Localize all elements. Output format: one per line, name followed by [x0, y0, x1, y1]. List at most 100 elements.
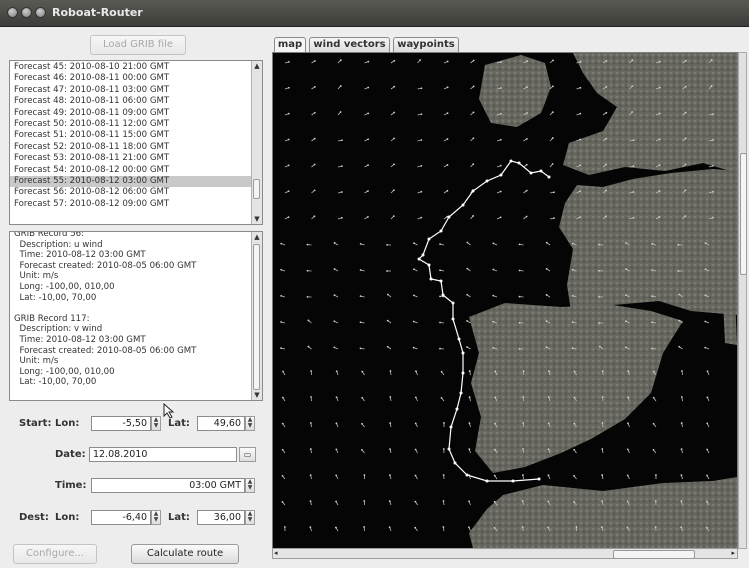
- wind-arrow-head: [601, 396, 604, 398]
- scroll-down-icon[interactable]: ▼: [252, 390, 262, 400]
- forecast-list-item[interactable]: Forecast 48: 2010-08-11 06:00 GMT: [10, 96, 262, 107]
- wind-arrow-head: [652, 422, 655, 425]
- forecast-list-item[interactable]: Forecast 57: 2010-08-12 09:00 GMT: [10, 199, 262, 210]
- forecast-list-item[interactable]: Forecast 50: 2010-08-11 12:00 GMT: [10, 119, 262, 130]
- forecast-list-item[interactable]: Forecast 45: 2010-08-10 21:00 GMT: [10, 62, 262, 73]
- load-grib-button[interactable]: Load GRIB file: [90, 35, 186, 55]
- wind-arrow-head: [386, 345, 389, 348]
- start-lat-field[interactable]: 49,60: [197, 416, 245, 431]
- scroll-thumb[interactable]: [740, 153, 747, 275]
- forecast-list-item[interactable]: Forecast 56: 2010-08-12 06:00 GMT: [10, 187, 262, 198]
- forecast-list-item[interactable]: Forecast 54: 2010-08-12 00:00 GMT: [10, 165, 262, 176]
- configure-button[interactable]: Configure...: [13, 544, 97, 564]
- wind-arrow-head: [313, 111, 316, 114]
- calendar-icon[interactable]: ▭: [239, 447, 256, 462]
- forecast-list-item[interactable]: Forecast 49: 2010-08-11 09:00 GMT: [10, 108, 262, 119]
- wind-arrow-head: [446, 60, 449, 63]
- wind-arrow-head: [446, 86, 449, 89]
- calculate-route-button[interactable]: Calculate route: [131, 544, 239, 564]
- time-spinner[interactable]: ▲ ▼: [245, 478, 255, 493]
- wind-arrow-head: [335, 396, 338, 399]
- wind-arrow-head: [605, 60, 608, 62]
- route-waypoint: [457, 337, 461, 341]
- wind-arrow-head: [627, 370, 630, 373]
- scroll-left-icon[interactable]: ◂: [274, 549, 278, 558]
- forecast-list[interactable]: Forecast 45: 2010-08-10 21:00 GMT Forecas…: [9, 60, 263, 225]
- wind-arrow-head: [705, 500, 708, 503]
- wind-arrow-head: [309, 474, 312, 476]
- tab-map[interactable]: map: [274, 37, 306, 53]
- scroll-right-icon[interactable]: ▸: [731, 549, 735, 558]
- wind-arrow-head: [551, 137, 554, 139]
- scroll-thumb[interactable]: [613, 550, 695, 559]
- wind-arrow-head: [472, 85, 475, 88]
- wind-arrow-head: [439, 347, 441, 350]
- wind-arrow-head: [392, 189, 395, 192]
- scroll-up-icon[interactable]: ▲: [252, 232, 262, 242]
- wind-arrow-head: [579, 112, 582, 115]
- wind-arrow-head: [386, 270, 388, 272]
- dest-lon-field[interactable]: -6,40: [91, 510, 151, 525]
- grib-info-scrollbar[interactable]: ▲ ▼: [251, 232, 262, 400]
- scroll-thumb[interactable]: [253, 244, 260, 390]
- wind-arrow-head: [287, 112, 290, 115]
- wind-arrow-head: [605, 189, 607, 192]
- forecast-list-item[interactable]: Forecast 52: 2010-08-11 18:00 GMT: [10, 142, 262, 153]
- scroll-thumb[interactable]: [253, 179, 260, 199]
- start-lon-field[interactable]: -5,50: [91, 416, 151, 431]
- wind-arrow-head: [654, 500, 657, 502]
- forecast-list-scrollbar[interactable]: ▲ ▼: [251, 61, 262, 224]
- grib-info-panel[interactable]: GRIB Record 56: Description: u wind Time…: [9, 231, 263, 401]
- start-lat-spinner[interactable]: ▲ ▼: [245, 416, 255, 431]
- wind-arrow-head: [525, 163, 528, 166]
- wind-arrow-head: [680, 474, 683, 477]
- window-title: Roboat-Router: [52, 6, 143, 19]
- route-waypoint: [449, 425, 453, 429]
- title-bar: Roboat-Router: [0, 0, 749, 27]
- route-waypoint: [517, 161, 521, 165]
- wind-arrow-head: [605, 85, 608, 88]
- dest-lon-spinner[interactable]: ▲ ▼: [151, 510, 161, 525]
- map-horizontal-scrollbar[interactable]: ◂ ▸: [272, 548, 738, 559]
- wind-arrow-head: [466, 293, 469, 296]
- map-view[interactable]: [272, 52, 738, 549]
- tab-waypoints[interactable]: waypoints: [393, 37, 459, 52]
- wind-arrow-head: [367, 164, 369, 167]
- forecast-list-item[interactable]: Forecast 51: 2010-08-11 15:00 GMT: [10, 130, 262, 141]
- time-field[interactable]: 03:00 GMT: [91, 478, 245, 493]
- scroll-down-icon[interactable]: ▼: [252, 214, 262, 224]
- wind-arrow-head: [677, 270, 680, 272]
- minimize-window-button[interactable]: [21, 7, 32, 18]
- wind-arrow-head: [573, 474, 575, 477]
- wind-arrow-head: [706, 422, 709, 425]
- wind-arrow-head: [651, 295, 654, 298]
- dest-lat-field[interactable]: 36,00: [197, 510, 245, 525]
- maximize-window-button[interactable]: [35, 7, 46, 18]
- forecast-list-item[interactable]: Forecast 53: 2010-08-11 21:00 GMT: [10, 153, 262, 164]
- wind-arrow-head: [392, 215, 395, 218]
- wind-arrow-head: [631, 59, 634, 62]
- scroll-up-icon[interactable]: ▲: [252, 61, 262, 71]
- map-canvas[interactable]: [273, 53, 737, 548]
- forecast-list-item[interactable]: Forecast 47: 2010-08-11 03:00 GMT: [10, 85, 262, 96]
- date-field[interactable]: 12.08.2010: [89, 447, 237, 462]
- wind-arrow-head: [522, 370, 525, 372]
- close-window-button[interactable]: [7, 7, 18, 18]
- route-waypoint: [451, 317, 455, 321]
- wind-arrow-head: [684, 215, 687, 218]
- wind-arrow-head: [553, 191, 555, 194]
- wind-arrow-head: [419, 59, 422, 61]
- forecast-list-item[interactable]: Forecast 55: 2010-08-12 03:00 GMT: [10, 175, 262, 188]
- forecast-list-item[interactable]: Forecast 46: 2010-08-11 00:00 GMT: [10, 73, 262, 84]
- wind-arrow-head: [658, 190, 661, 192]
- wind-arrow-head: [571, 242, 574, 245]
- start-lon-spinner[interactable]: ▲ ▼: [151, 416, 161, 431]
- wind-arrow-head: [307, 319, 310, 322]
- wind-arrow-head: [652, 370, 655, 373]
- wind-arrow-head: [525, 215, 528, 218]
- map-vertical-scrollbar[interactable]: [738, 52, 747, 549]
- route-waypoint: [417, 257, 421, 261]
- tab-wind-vectors[interactable]: wind vectors: [309, 37, 390, 52]
- wind-arrow-head: [280, 294, 283, 297]
- dest-lat-spinner[interactable]: ▲ ▼: [245, 510, 255, 525]
